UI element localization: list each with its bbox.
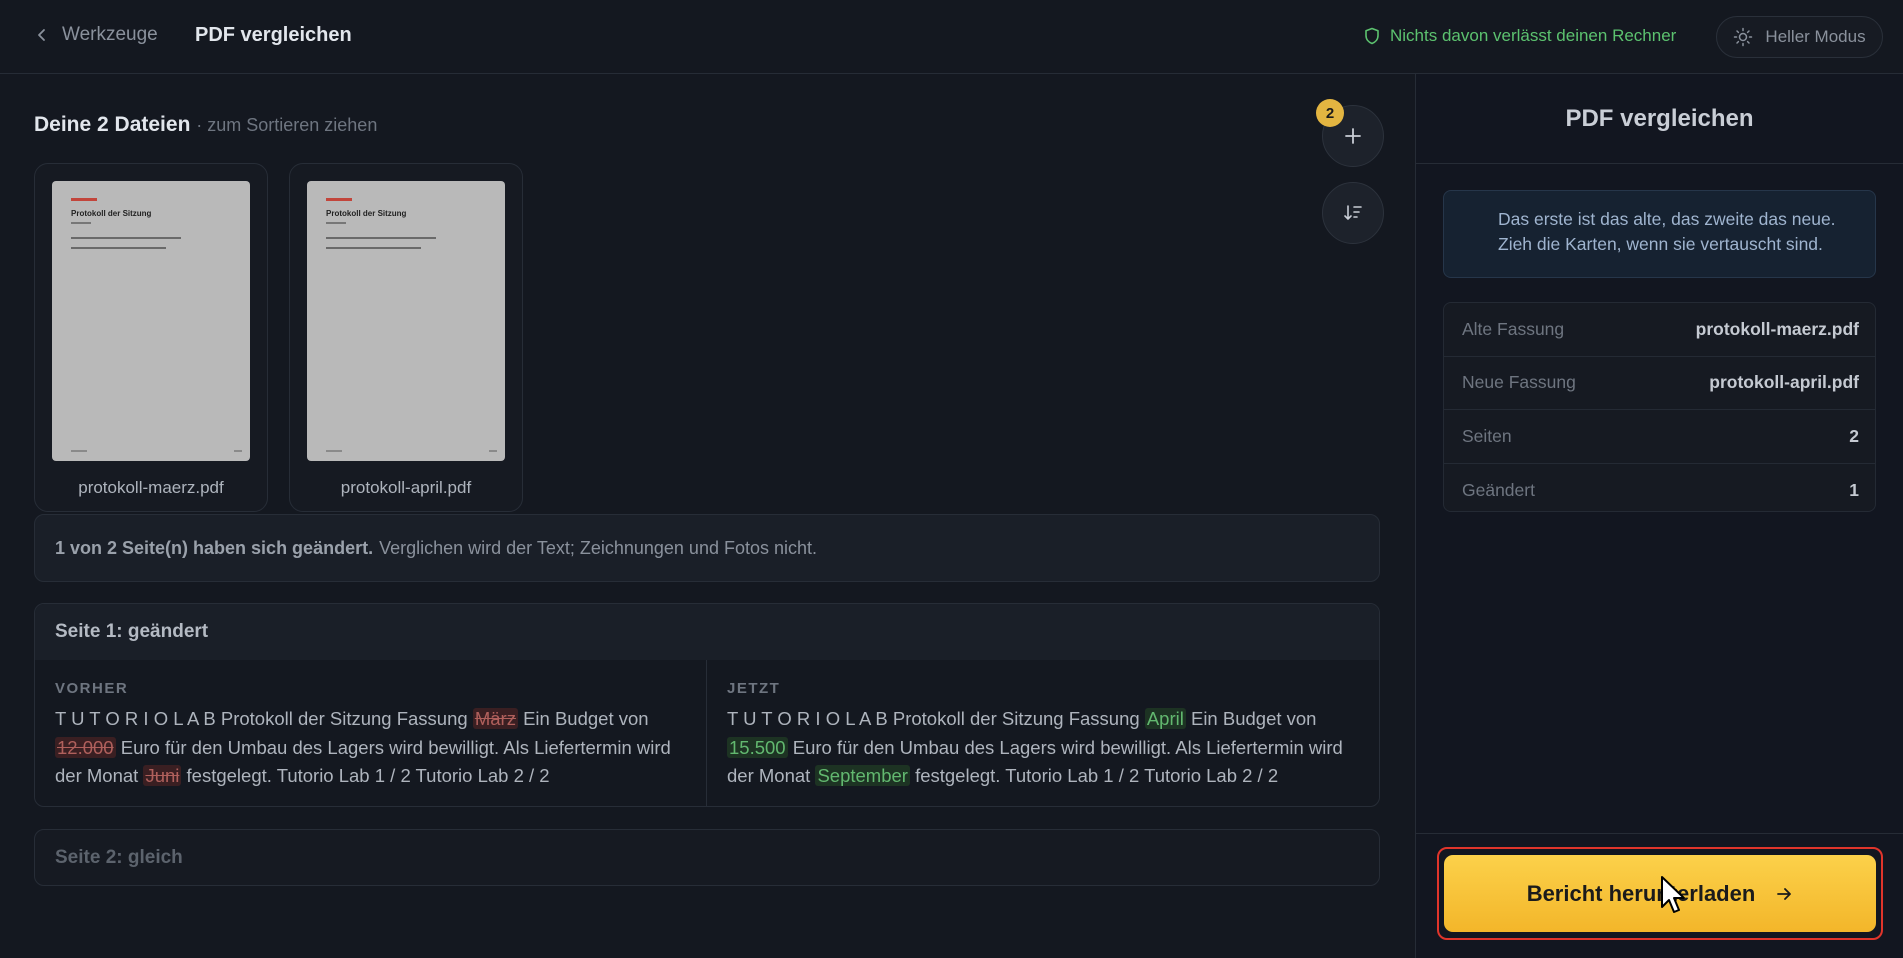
thumb-footer xyxy=(234,450,242,452)
file-name: protokoll-maerz.pdf xyxy=(78,478,224,497)
sidebar-title: PDF vergleichen xyxy=(1416,74,1903,164)
light-mode-button[interactable]: Heller Modus xyxy=(1716,16,1883,58)
comparison-summary: 1 von 2 Seite(n) haben sich geändert. Ve… xyxy=(34,514,1380,582)
deleted-word: März xyxy=(472,708,518,729)
diff-before-column: VORHER T U T O R I O L A B Protokoll der… xyxy=(35,660,707,806)
diff-after-column: JETZT T U T O R I O L A B Protokoll der … xyxy=(707,660,1379,806)
back-link-label: Werkzeuge xyxy=(62,24,158,45)
pdf-thumbnail: Protokoll der Sitzung xyxy=(307,181,505,461)
meta-row: Seiten 2 xyxy=(1444,410,1875,464)
meta-table: Alte Fassung protokoll-maerz.pdf Neue Fa… xyxy=(1443,302,1876,512)
thumb-subline xyxy=(326,222,346,224)
top-bar: Werkzeuge PDF vergleichen Nichts davon v… xyxy=(0,0,1903,74)
page-title: PDF vergleichen xyxy=(195,24,352,46)
thumb-line xyxy=(326,237,436,239)
summary-text: Verglichen wird der Text; Zeichnungen un… xyxy=(379,537,818,558)
privacy-text: Nichts davon verlässt deinen Rechner xyxy=(1390,26,1677,45)
text-segment: Ein Budget von xyxy=(517,708,649,729)
text-segment: festgelegt. Tutorio Lab 1 / 2 Tutorio La… xyxy=(181,765,550,786)
thumb-line xyxy=(71,237,181,239)
meta-row: Alte Fassung protokoll-maerz.pdf xyxy=(1444,303,1875,357)
thumb-footer xyxy=(71,450,87,452)
thumb-footer xyxy=(326,450,342,452)
back-link[interactable]: Werkzeuge xyxy=(34,24,158,46)
thumb-footer xyxy=(489,450,497,452)
meta-row: Neue Fassung protokoll-april.pdf xyxy=(1444,357,1875,410)
meta-key: Seiten xyxy=(1462,425,1512,446)
download-report-label: Bericht herunterladen xyxy=(1526,880,1756,906)
meta-key: Neue Fassung xyxy=(1462,372,1576,393)
inserted-word: April xyxy=(1144,708,1186,729)
meta-value: protokoll-maerz.pdf xyxy=(1695,318,1859,339)
file-card-old[interactable]: Protokoll der Sitzung protokoll-maerz.pd… xyxy=(34,163,268,512)
arrow-right-icon xyxy=(1777,887,1792,900)
info-text: Das erste ist das alte, das zweite das n… xyxy=(1498,209,1836,254)
info-callout: Das erste ist das alte, das zweite das n… xyxy=(1443,190,1876,347)
privacy-notice: Nichts davon verlässt deinen Rechner xyxy=(1364,26,1676,46)
meta-value: 1 xyxy=(1849,479,1859,500)
thumb-subline xyxy=(71,222,91,224)
sort-button[interactable] xyxy=(1322,182,1384,244)
meta-value: 2 xyxy=(1849,425,1859,446)
thumb-brand xyxy=(326,198,352,201)
file-card-new[interactable]: Protokoll der Sitzung protokoll-april.pd… xyxy=(289,163,523,512)
text-segment: Ein Budget von xyxy=(1185,708,1317,729)
after-label: JETZT xyxy=(727,680,781,697)
sidebar-divider xyxy=(1416,833,1903,834)
deleted-word: Juni xyxy=(143,765,182,786)
files-heading-hint: · zum Sortieren ziehen xyxy=(196,115,378,135)
inserted-word: 15.500 xyxy=(727,736,788,758)
sort-icon xyxy=(1344,205,1362,221)
inserted-word: September xyxy=(815,765,910,786)
thumb-title: Protokoll der Sitzung xyxy=(71,209,152,218)
file-name: protokoll-april.pdf xyxy=(340,478,472,497)
page-diff-title: Seite 1: geändert xyxy=(35,604,1379,660)
page-diff-panel: Seite 1: geändert VORHER T U T O R I O L… xyxy=(34,603,1380,807)
text-segment: T U T O R I O L A B Protokoll der Sitzun… xyxy=(55,708,473,729)
files-heading: Deine 2 Dateien · zum Sortieren ziehen xyxy=(34,113,377,137)
text-segment: T U T O R I O L A B Protokoll der Sitzun… xyxy=(727,708,1145,729)
thumb-line xyxy=(71,247,166,249)
plus-icon xyxy=(1345,128,1361,144)
meta-key: Geändert xyxy=(1462,479,1535,500)
meta-value: protokoll-april.pdf xyxy=(1709,372,1859,393)
summary-bold: 1 von 2 Seite(n) haben sich geändert. xyxy=(55,537,374,558)
sun-icon xyxy=(1734,27,1753,47)
thumb-brand xyxy=(71,198,97,201)
chevron-left-icon xyxy=(38,29,45,41)
before-text: T U T O R I O L A B Protokoll der Sitzun… xyxy=(55,705,686,791)
shield-icon xyxy=(1365,27,1379,45)
mouse-cursor-icon xyxy=(1661,876,1685,913)
page-2-section[interactable]: Seite 2: gleich xyxy=(34,829,1380,886)
thumb-line xyxy=(326,247,421,249)
before-label: VORHER xyxy=(55,680,129,697)
text-segment: festgelegt. Tutorio Lab 1 / 2 Tutorio La… xyxy=(909,765,1279,786)
meta-row: Geändert 1 xyxy=(1444,464,1875,512)
after-text: T U T O R I O L A B Protokoll der Sitzun… xyxy=(727,705,1359,791)
pdf-thumbnail: Protokoll der Sitzung xyxy=(52,181,250,461)
file-count-badge: 2 xyxy=(1316,99,1344,127)
meta-key: Alte Fassung xyxy=(1462,318,1565,339)
files-heading-title: Deine 2 Dateien xyxy=(34,113,191,136)
deleted-word: 12.000 xyxy=(55,736,116,758)
light-mode-label: Heller Modus xyxy=(1765,27,1866,46)
thumb-title: Protokoll der Sitzung xyxy=(326,209,407,218)
sidebar: PDF vergleichen Das erste ist das alte, … xyxy=(1415,74,1903,958)
